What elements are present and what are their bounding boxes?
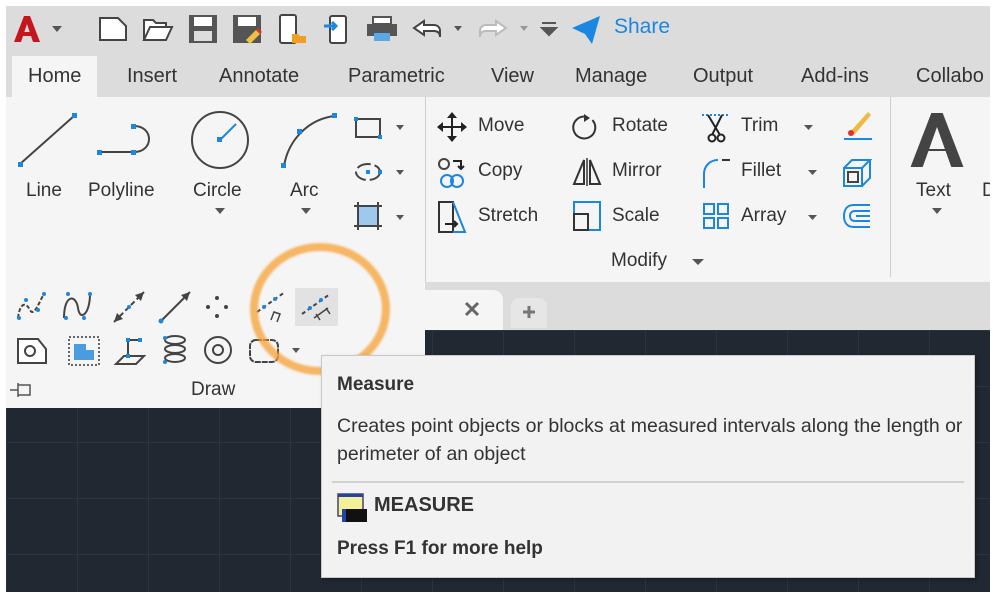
autocad-logo[interactable]	[12, 14, 42, 44]
file-tab-bar	[425, 282, 990, 330]
fillet-icon[interactable]	[702, 158, 732, 188]
quick-access-toolbar: Share	[6, 6, 990, 52]
mirror-icon[interactable]	[572, 158, 602, 186]
construction-line-icon[interactable]	[112, 290, 146, 324]
arc-dropdown-icon[interactable]	[301, 208, 311, 214]
plus-icon	[523, 306, 535, 318]
undo-icon[interactable]	[412, 19, 442, 38]
save-icon[interactable]	[188, 14, 218, 44]
share-icon[interactable]	[572, 16, 600, 44]
spline-cv-icon[interactable]	[62, 290, 94, 322]
close-tab-icon[interactable]	[464, 301, 480, 317]
pin-icon[interactable]	[10, 383, 34, 397]
redo-icon[interactable]	[478, 19, 508, 38]
array-button[interactable]: Array	[741, 205, 786, 227]
tooltip-description: Creates point objects or blocks at measu…	[337, 415, 963, 465]
erase-icon[interactable]	[842, 110, 872, 142]
array-icon[interactable]	[703, 203, 729, 229]
modify-panel-title[interactable]: Modify	[611, 250, 667, 272]
ribbon-tabs: Home Insert Annotate Parametric View Man…	[6, 52, 990, 97]
measure-command-icon	[337, 493, 367, 522]
tooltip-title: Measure	[337, 374, 415, 395]
fillet-dropdown-icon[interactable]	[808, 170, 817, 175]
array-dropdown-icon[interactable]	[808, 215, 817, 220]
donut-icon[interactable]	[203, 335, 233, 365]
rotate-button[interactable]: Rotate	[612, 115, 668, 137]
circle-button[interactable]: Circle	[193, 180, 242, 202]
tab-view[interactable]: View	[491, 65, 534, 88]
move-icon[interactable]	[437, 112, 467, 142]
text-dropdown-icon[interactable]	[932, 208, 942, 214]
save-web-mobile-icon[interactable]	[324, 14, 354, 44]
undo-dropdown-icon[interactable]	[454, 26, 462, 31]
multiple-points-icon[interactable]	[205, 295, 229, 319]
tab-parametric[interactable]: Parametric	[348, 65, 445, 88]
stretch-icon[interactable]	[437, 200, 467, 234]
rectangle-dropdown-icon[interactable]	[396, 125, 404, 130]
tab-collaborate[interactable]: Collabo	[916, 65, 984, 88]
trim-dropdown-icon[interactable]	[804, 125, 813, 130]
tab-manage[interactable]: Manage	[575, 65, 647, 88]
rotate-icon[interactable]	[572, 112, 600, 142]
ellipse-icon[interactable]	[354, 160, 382, 184]
arc-icon[interactable]	[280, 112, 340, 170]
line-icon[interactable]	[18, 112, 78, 168]
draw-panel-title[interactable]: Draw	[191, 379, 235, 401]
trim-icon[interactable]	[702, 112, 732, 144]
copy-icon[interactable]	[437, 157, 467, 189]
tooltip-command: MEASURE	[374, 494, 475, 516]
spline-fit-icon[interactable]	[16, 290, 48, 322]
rectangle-icon[interactable]	[354, 116, 382, 140]
share-button[interactable]: Share	[614, 15, 670, 39]
file-tab[interactable]	[425, 290, 503, 330]
line-button[interactable]: Line	[26, 180, 62, 202]
offset-icon[interactable]	[842, 203, 872, 229]
tab-add-ins[interactable]: Add-ins	[801, 65, 869, 88]
customize-icon[interactable]	[539, 22, 559, 37]
region-icon[interactable]	[16, 337, 48, 365]
app-menu-dropdown-icon[interactable]	[52, 26, 62, 32]
explode-icon[interactable]	[842, 158, 873, 188]
new-icon[interactable]	[98, 16, 128, 42]
scale-button[interactable]: Scale	[612, 205, 660, 227]
scale-icon[interactable]	[572, 200, 602, 232]
circle-dropdown-icon[interactable]	[215, 208, 225, 214]
redo-dropdown-icon[interactable]	[520, 26, 528, 31]
polyline-icon[interactable]	[96, 122, 158, 158]
3d-polyline-icon[interactable]	[113, 336, 147, 366]
plot-icon[interactable]	[366, 16, 398, 42]
ray-icon[interactable]	[158, 290, 192, 324]
tab-insert[interactable]: Insert	[127, 65, 177, 88]
move-button[interactable]: Move	[478, 115, 524, 137]
open-icon[interactable]	[142, 16, 174, 42]
tab-output[interactable]: Output	[693, 65, 753, 88]
copy-button[interactable]: Copy	[478, 160, 522, 182]
stretch-button[interactable]: Stretch	[478, 205, 538, 227]
text-icon[interactable]	[910, 112, 964, 168]
tooltip-divider	[332, 481, 964, 483]
wipeout-icon[interactable]	[68, 336, 100, 366]
trim-button[interactable]: Trim	[741, 115, 778, 137]
measure-tooltip: Measure Creates point objects or blocks …	[321, 355, 975, 578]
arc-button[interactable]: Arc	[290, 180, 319, 202]
mirror-button[interactable]: Mirror	[612, 160, 662, 182]
modify-dropdown-icon[interactable]	[692, 259, 704, 265]
helix-icon[interactable]	[162, 334, 188, 366]
hatch-dropdown-icon[interactable]	[396, 215, 404, 220]
tooltip-help: Press F1 for more help	[337, 538, 543, 559]
hatch-icon[interactable]	[354, 202, 382, 230]
open-web-mobile-icon[interactable]	[278, 14, 308, 44]
fillet-button[interactable]: Fillet	[741, 160, 781, 182]
ellipse-dropdown-icon[interactable]	[396, 170, 404, 175]
tab-annotate[interactable]: Annotate	[219, 65, 299, 88]
polyline-button[interactable]: Polyline	[88, 180, 155, 202]
circle-icon[interactable]	[190, 110, 250, 170]
tab-home[interactable]: Home	[12, 56, 98, 97]
text-button[interactable]: Text	[916, 180, 951, 202]
save-as-icon[interactable]	[232, 14, 262, 44]
